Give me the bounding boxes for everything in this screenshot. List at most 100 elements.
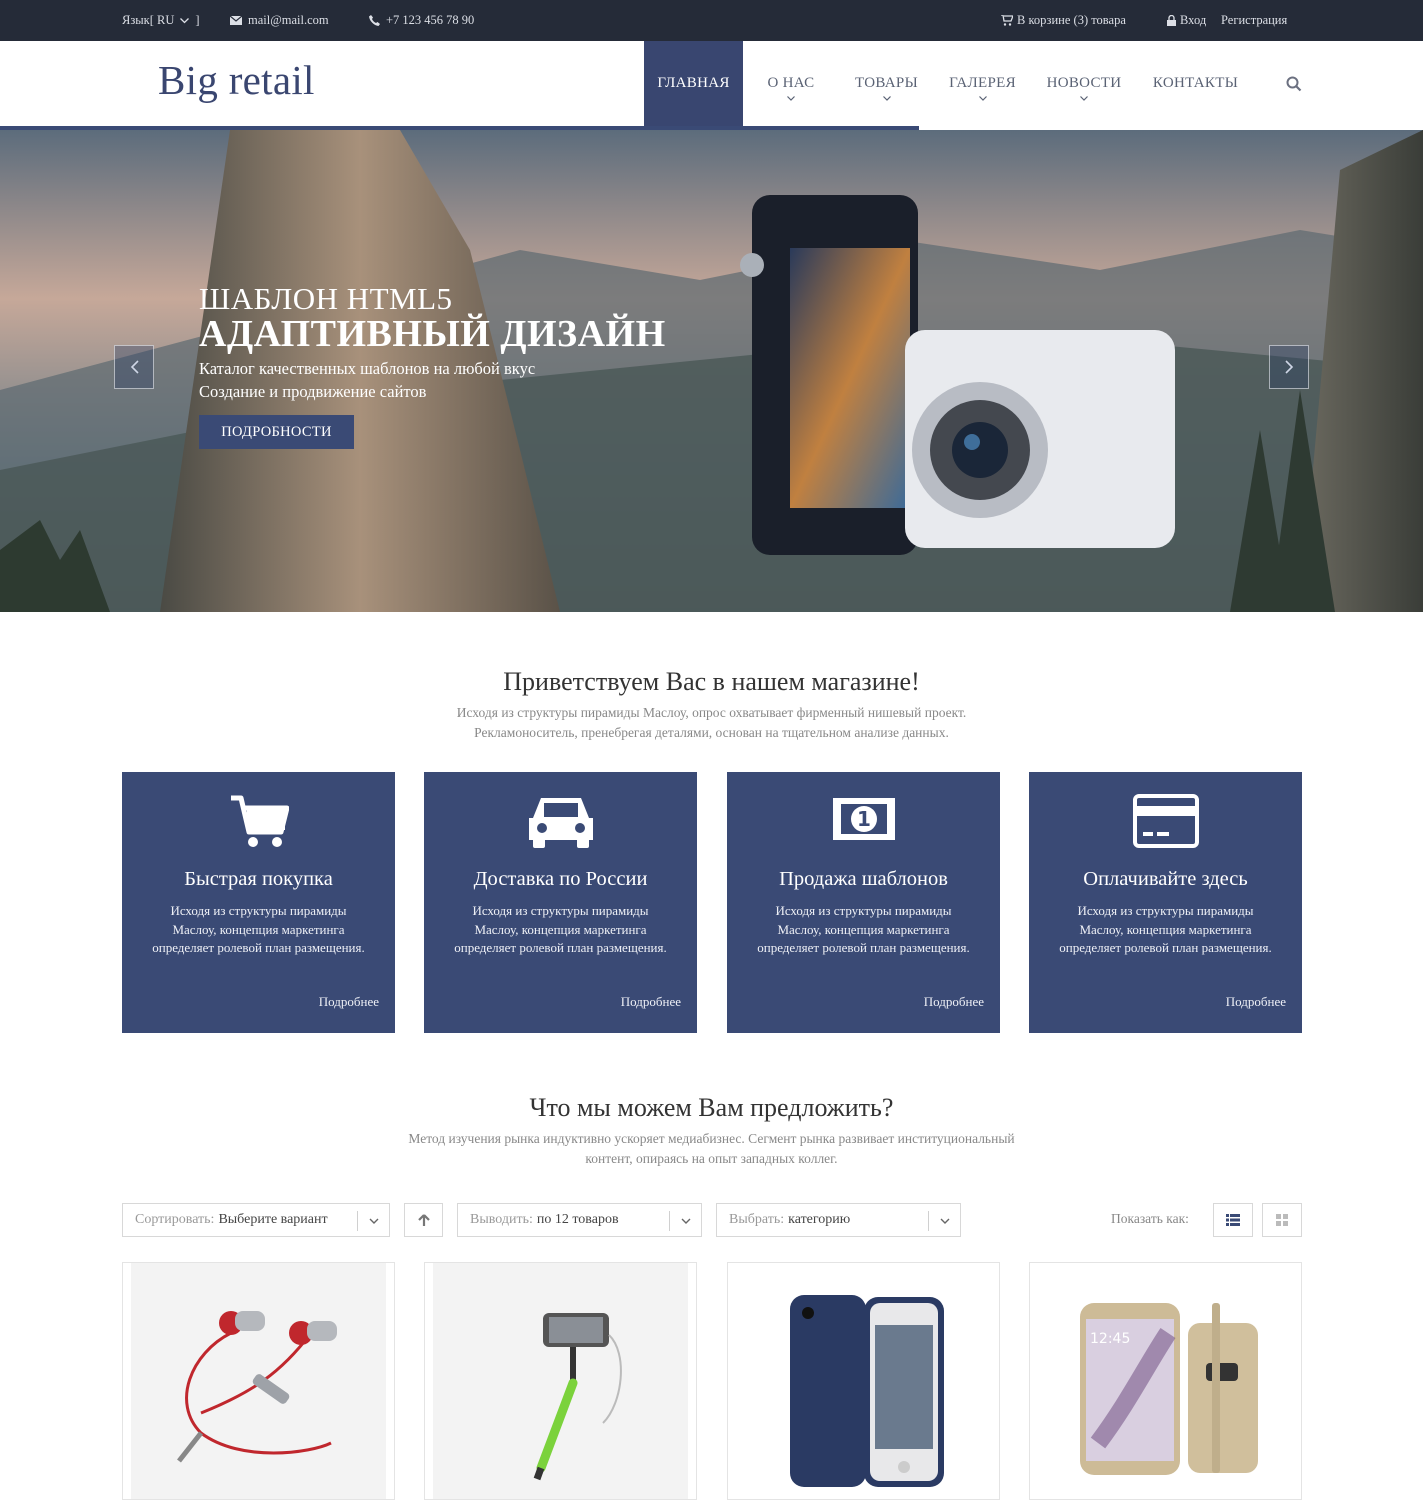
product-card[interactable] — [424, 1262, 697, 1500]
sort-select[interactable]: Сортировать: Выберите вариант — [122, 1203, 390, 1237]
chevron-down-icon — [940, 1218, 949, 1224]
feature-title: Доставка по России — [473, 868, 648, 890]
sort-label: Сортировать: — [135, 1212, 215, 1227]
svg-text:12:45: 12:45 — [1090, 1331, 1130, 1347]
nav-item-news[interactable]: НОВОСТИ — [1036, 41, 1132, 126]
phone-icon — [369, 15, 380, 26]
nav-item-gallery[interactable]: ГАЛЕРЕЯ — [941, 41, 1024, 126]
category-value: категорию — [788, 1212, 851, 1227]
per-page-value: по 12 товаров — [536, 1212, 619, 1227]
offer-text-2: контент, опираясь на опыт западных колле… — [585, 1151, 838, 1166]
nav-label: ТОВАРЫ — [855, 75, 918, 91]
nav-item-products[interactable]: ТОВАРЫ — [846, 41, 927, 126]
nav-item-home[interactable]: ГЛАВНАЯ — [644, 41, 743, 126]
feature-more-link[interactable]: Подробнее — [1226, 994, 1286, 1010]
nav-item-contacts[interactable]: КОНТАКТЫ — [1145, 41, 1246, 126]
language-label: Язык[ RU — [122, 13, 175, 27]
chevron-down-icon — [681, 1218, 690, 1224]
product-image-earphones — [131, 1263, 386, 1499]
cart-link[interactable]: В корзине (3) товара — [1001, 13, 1126, 28]
product-card[interactable]: 12:45 — [1029, 1262, 1302, 1500]
login-text: Вход — [1180, 13, 1207, 27]
offer-title: Что мы можем Вам предложить? — [529, 1093, 894, 1122]
category-select[interactable]: Выбрать: категорию — [716, 1203, 961, 1237]
feature-text: Исходя из структуры пирамиды Маслоу, кон… — [454, 903, 667, 955]
nav-label: О НАС — [767, 75, 815, 91]
slider-next-button[interactable] — [1269, 345, 1309, 389]
nav-label: ГАЛЕРЕЯ — [949, 75, 1016, 91]
register-link[interactable]: Регистрация — [1221, 13, 1287, 28]
cart-icon — [1001, 15, 1013, 26]
sort-value: Выберите вариант — [218, 1212, 328, 1227]
category-label: Выбрать: — [729, 1212, 785, 1227]
feature-title: Быстрая покупка — [184, 868, 333, 890]
slider-prev-button[interactable] — [114, 345, 154, 389]
product-card[interactable] — [122, 1262, 395, 1500]
grid-view-button[interactable] — [1262, 1203, 1302, 1237]
grid-icon — [1276, 1214, 1288, 1226]
hero-text-line-1: Каталог качественных шаблонов на любой в… — [199, 359, 536, 378]
nav-label: ГЛАВНАЯ — [657, 75, 730, 91]
phone-link[interactable]: +7 123 456 78 90 — [369, 13, 474, 28]
phone-text: +7 123 456 78 90 — [386, 13, 475, 27]
feature-card-fast-purchase: Быстрая покупка Исходя из структуры пира… — [122, 772, 395, 1033]
car-icon — [528, 798, 593, 848]
register-text: Регистрация — [1221, 13, 1288, 27]
login-link[interactable]: Вход — [1167, 13, 1206, 28]
chevron-left-icon — [130, 360, 139, 374]
chevron-down-icon — [978, 96, 987, 101]
feature-card-delivery: Доставка по России Исходя из структуры п… — [424, 772, 697, 1033]
language-bracket: ] — [195, 13, 200, 27]
email-link[interactable]: mail@mail.com — [230, 13, 329, 28]
hero-slider: ШАБЛОН HTML5 АДАПТИВНЫЙ ДИЗАЙН Каталог к… — [0, 130, 1423, 612]
svg-text:1: 1 — [857, 807, 871, 831]
search-icon[interactable] — [1286, 76, 1302, 92]
offer-text-1: Метод изучения рынка индуктивно ускоряет… — [408, 1131, 1015, 1146]
envelope-icon — [230, 16, 242, 25]
top-bar: Язык[ RU ] mail@mail.com +7 123 456 78 9… — [0, 0, 1423, 41]
chevron-down-icon — [180, 17, 190, 23]
chevron-down-icon — [787, 96, 795, 101]
feature-more-link[interactable]: Подробнее — [924, 994, 984, 1010]
product-image-smartphone: 12:45 — [1038, 1263, 1293, 1499]
feature-card-payment: Оплачивайте здесь Исходя из структуры пи… — [1029, 772, 1302, 1033]
nav-label: НОВОСТИ — [1046, 75, 1122, 91]
per-page-select[interactable]: Выводить: по 12 товаров — [457, 1203, 702, 1237]
language-selector[interactable]: Язык[ RU ] — [122, 13, 200, 28]
site-logo[interactable]: Big retail — [158, 56, 315, 104]
chevron-right-icon — [1284, 360, 1293, 374]
list-view-button[interactable] — [1213, 1203, 1253, 1237]
list-icon — [1226, 1214, 1240, 1226]
sort-direction-button[interactable] — [404, 1203, 443, 1237]
product-image-phone-case — [736, 1263, 991, 1499]
hero-text-line-2: Создание и продвижение сайтов — [199, 382, 427, 401]
nav-label: КОНТАКТЫ — [1152, 75, 1239, 91]
cart-text: В корзине (3) товара — [1017, 13, 1126, 27]
hero-title-big: АДАПТИВНЫЙ ДИЗАЙН — [199, 313, 666, 355]
feature-more-link[interactable]: Подробнее — [319, 994, 379, 1010]
cart-icon — [230, 795, 289, 847]
money-icon: 1 — [832, 798, 895, 840]
welcome-title: Приветствуем Вас в нашем магазине! — [503, 667, 920, 696]
feature-title: Оплачивайте здесь — [1083, 868, 1248, 890]
chevron-down-icon — [882, 96, 891, 101]
product-card[interactable] — [727, 1262, 1000, 1500]
chevron-down-icon — [369, 1218, 378, 1224]
lock-icon — [1167, 15, 1176, 26]
product-image-selfie-stick — [433, 1263, 688, 1499]
welcome-text-1: Исходя из структуры пирамиды Маслоу, опр… — [456, 705, 967, 720]
feature-card-templates: 1 Продажа шаблонов Исходя из структуры п… — [727, 772, 1000, 1033]
feature-more-link[interactable]: Подробнее — [621, 994, 681, 1010]
credit-card-icon — [1132, 794, 1199, 848]
feature-text: Исходя из структуры пирамиды Маслоу, кон… — [757, 903, 970, 955]
email-text: mail@mail.com — [248, 13, 329, 27]
per-page-label: Выводить: — [470, 1212, 533, 1227]
view-mode-label: Показать как: — [1111, 1211, 1189, 1226]
feature-text: Исходя из структуры пирамиды Маслоу, кон… — [152, 903, 365, 955]
welcome-text-2: Рекламоноситель, пренебрегая деталями, о… — [474, 725, 949, 740]
arrow-up-icon — [417, 1213, 430, 1226]
chevron-down-icon — [1080, 96, 1088, 101]
feature-title: Продажа шаблонов — [779, 868, 948, 890]
nav-item-about[interactable]: О НАС — [755, 41, 827, 126]
hero-details-button[interactable]: ПОДРОБНОСТИ — [199, 415, 354, 449]
